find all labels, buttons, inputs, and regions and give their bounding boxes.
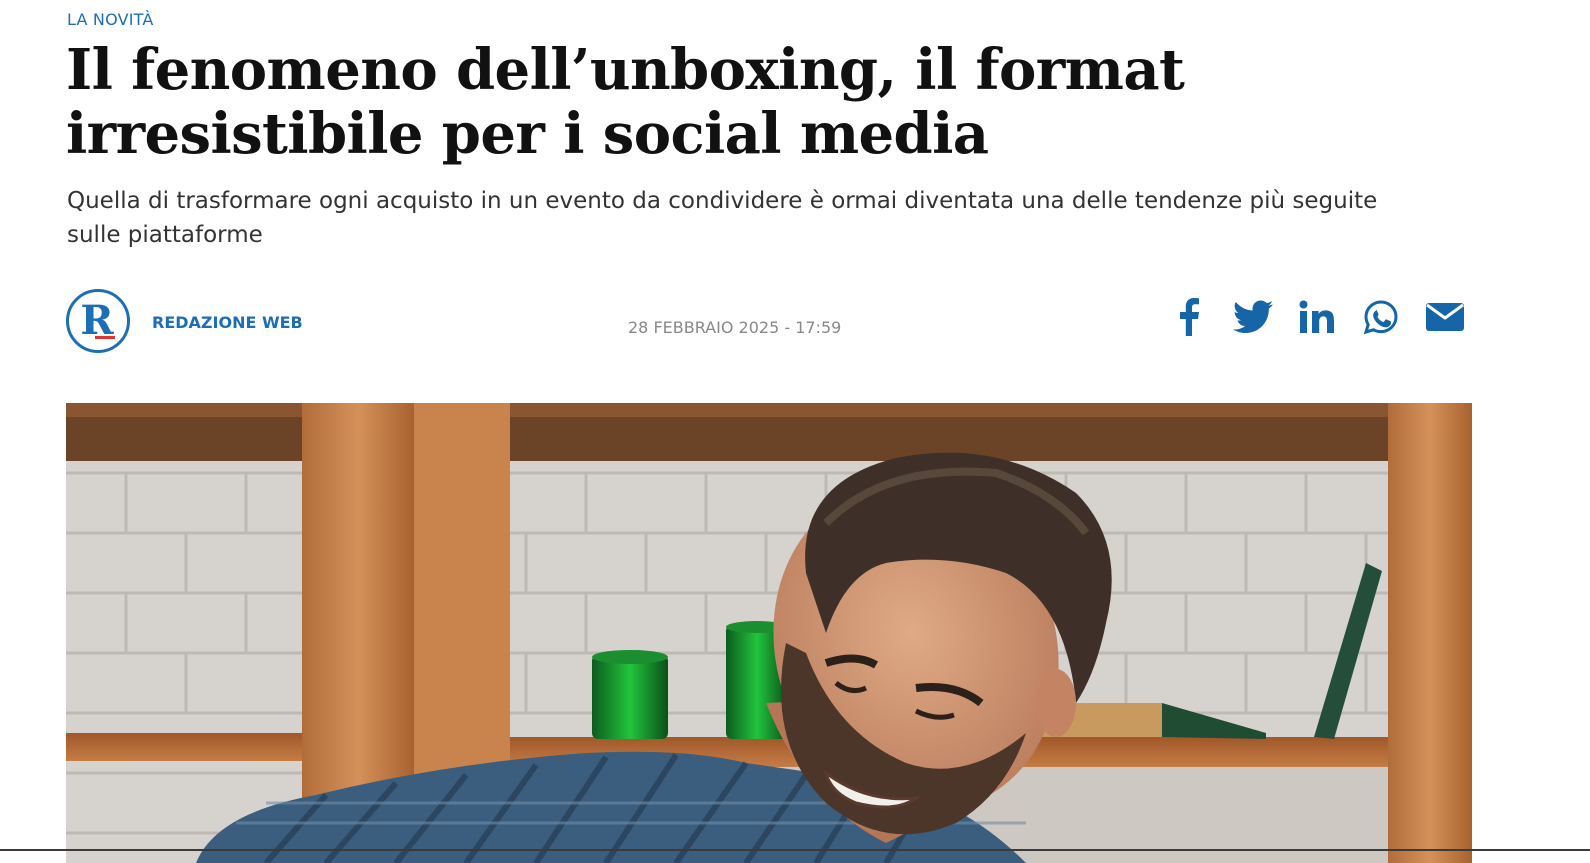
- facebook-icon[interactable]: [1167, 297, 1211, 337]
- hero-photo-man-unboxing-icon: [66, 403, 1472, 863]
- whatsapp-icon[interactable]: [1359, 297, 1403, 337]
- twitter-icon[interactable]: [1231, 297, 1275, 337]
- publisher-logo[interactable]: R: [66, 289, 130, 353]
- linkedin-icon[interactable]: [1295, 297, 1339, 337]
- article-headline: Il fenomeno dell’unboxing, il format irr…: [66, 37, 1185, 167]
- author-link[interactable]: REDAZIONE WEB: [152, 313, 303, 332]
- section-kicker[interactable]: LA NOVITÀ: [67, 10, 154, 29]
- email-icon[interactable]: [1423, 297, 1467, 337]
- page-divider: [0, 849, 1590, 851]
- article-subtitle: Quella di trasformare ogni acquisto in u…: [67, 188, 1378, 248]
- hero-image: [66, 403, 1472, 863]
- publish-date: 28 FEBBRAIO 2025 - 17:59: [628, 318, 842, 337]
